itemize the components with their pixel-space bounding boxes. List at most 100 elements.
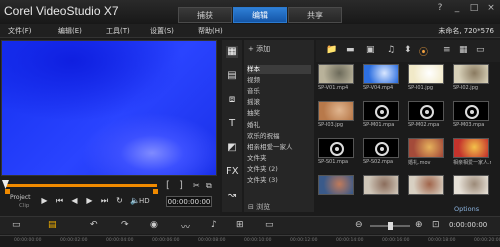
media-item[interactable] <box>318 175 356 206</box>
transition-icon[interactable]: ⧈ <box>226 94 238 106</box>
thumbnail-view-icon[interactable]: ▦ <box>459 45 468 55</box>
import-folder-icon[interactable]: 📁 <box>326 45 337 55</box>
close-icon[interactable]: × <box>486 3 496 13</box>
tab-share[interactable]: 共享 <box>288 7 342 23</box>
folder-item[interactable]: 相亲相爱一家人 <box>247 143 311 152</box>
folder-item[interactable]: 文件夹 (3) <box>247 176 311 185</box>
ruler-tick-label: 00:00:08:00 <box>198 238 226 243</box>
media-thumbnail <box>363 175 399 195</box>
library-sidebar: ▦ ▤ ⧈ T ◩ FX ↝ <box>222 40 242 212</box>
sort-icon[interactable]: ⬍ <box>404 45 412 55</box>
previous-frame-icon[interactable]: ◀ <box>70 196 79 206</box>
instant-project-icon[interactable]: ▤ <box>226 70 238 82</box>
zoom-out-icon[interactable]: ⊖ <box>355 220 363 230</box>
filter-icon[interactable]: FX <box>226 166 239 178</box>
motion-tracking-icon[interactable]: ⊞ <box>236 220 244 230</box>
graphic-icon[interactable]: ◩ <box>226 142 238 154</box>
app-title: Corel VideoStudio X7 <box>4 4 119 18</box>
media-item[interactable]: SP-M01.mpa <box>363 101 401 132</box>
audio-mixer-icon[interactable]: 〰 <box>181 220 190 233</box>
mark-out-marker[interactable] <box>153 189 158 194</box>
media-toolbar: 📁 ▬ ▣ ♫ ⬍ ⦿ ≡ ▦ ▭ <box>316 40 500 62</box>
media-item[interactable]: SP-I01.jpg <box>408 64 446 95</box>
folder-item[interactable]: 婚礼 <box>247 121 311 130</box>
folder-item[interactable]: 文件夹 <box>247 154 311 163</box>
show-audio-icon[interactable]: ♫ <box>387 45 395 55</box>
mode-project[interactable]: Project <box>10 194 31 201</box>
mode-clip[interactable]: Clip <box>19 203 29 209</box>
media-item[interactable]: SP-V01.mp4 <box>318 64 356 95</box>
repeat-icon[interactable]: ↻ <box>115 196 124 206</box>
mark-in-button[interactable]: [ <box>166 180 170 191</box>
media-item[interactable]: 婚礼.mov <box>408 138 446 169</box>
folder-item[interactable]: 样本 <box>247 65 311 74</box>
subtitle-icon[interactable]: ▭ <box>265 220 274 230</box>
hd-toggle[interactable]: HD <box>139 197 150 205</box>
menu-tools[interactable]: 工具(T) <box>106 26 130 36</box>
options-button[interactable]: Options <box>454 205 479 213</box>
timeline-timecode[interactable]: 0:00:00:00 <box>449 221 487 229</box>
media-item[interactable] <box>363 175 401 206</box>
timeline-view-icon[interactable]: ▤ <box>48 220 57 230</box>
add-folder-button[interactable]: + 添加 <box>248 44 270 54</box>
menu-edit[interactable]: 编辑(E) <box>58 26 82 36</box>
record-icon[interactable]: ⦿ <box>419 45 428 58</box>
folder-item[interactable]: 视频 <box>247 76 311 85</box>
path-icon[interactable]: ↝ <box>226 190 238 202</box>
undo-icon[interactable]: ↶ <box>90 220 98 230</box>
redo-icon[interactable]: ↷ <box>121 220 129 230</box>
play-icon[interactable]: ▶ <box>40 196 49 206</box>
media-item[interactable]: SP-I02.jpg <box>453 64 491 95</box>
media-item[interactable]: 相亲相爱一家人.mpg <box>453 138 491 169</box>
preview-timecode[interactable]: 00:00:00:00 <box>166 196 212 207</box>
record-capture-icon[interactable]: ◉ <box>150 220 158 230</box>
zoom-in-icon[interactable]: ⊕ <box>415 220 423 230</box>
media-item[interactable]: SP-S02.mpa <box>363 138 401 169</box>
browse-button[interactable]: ⊟ 浏览 <box>248 202 270 212</box>
ruler-tick-label: 00:00:14:00 <box>336 238 364 243</box>
folder-item[interactable]: 抽奖 <box>247 109 311 118</box>
storyboard-view-icon[interactable]: ▭ <box>12 220 21 230</box>
mark-out-button[interactable]: ] <box>179 180 183 191</box>
help-icon[interactable]: ? <box>435 3 445 13</box>
menu-file[interactable]: 文件(F) <box>8 26 32 36</box>
next-frame-icon[interactable]: ▶ <box>85 196 94 206</box>
auto-music-icon[interactable]: ♪ <box>211 220 217 230</box>
zoom-slider-handle[interactable] <box>388 222 393 230</box>
media-item[interactable]: SP-I03.jpg <box>318 101 356 132</box>
tab-edit[interactable]: 编辑 <box>233 7 287 23</box>
volume-icon[interactable]: 🔈 <box>130 196 140 206</box>
media-item[interactable]: SP-S01.mpa <box>318 138 356 169</box>
media-item[interactable]: SP-M02.mpa <box>408 101 446 132</box>
folder-item[interactable]: 欢乐的祝福 <box>247 132 311 141</box>
media-item[interactable] <box>453 175 491 206</box>
preview-window[interactable] <box>1 40 217 176</box>
folder-item[interactable]: 摇滚 <box>247 98 311 107</box>
timeline-ruler[interactable]: 00:00:00:00 00:00:02:00 00:00:04:00 00:00:0… <box>0 235 500 247</box>
show-video-icon[interactable]: ▬ <box>346 45 355 55</box>
menu-settings[interactable]: 设置(S) <box>150 26 174 36</box>
fit-project-icon[interactable]: ⊡ <box>432 220 440 230</box>
split-clip-icon[interactable]: ✂ <box>193 181 200 190</box>
list-view-icon[interactable]: ≡ <box>443 45 451 55</box>
folder-item[interactable]: 文件夹 (2) <box>247 165 311 174</box>
menu-help[interactable]: 帮助(H) <box>198 26 223 36</box>
size-slider-icon[interactable]: ▭ <box>476 45 485 55</box>
tab-capture[interactable]: 捕获 <box>178 7 232 23</box>
media-caption: SP-I02.jpg <box>453 85 479 91</box>
audio-thumbnail <box>408 101 444 121</box>
enlarge-preview-icon[interactable]: ⧉ <box>206 181 212 191</box>
home-icon[interactable]: ⏮ <box>55 196 64 206</box>
media-icon[interactable]: ▦ <box>226 46 238 58</box>
end-icon[interactable]: ⏭ <box>100 196 109 206</box>
media-item[interactable]: SP-M03.mpa <box>453 101 491 132</box>
media-item[interactable] <box>408 175 446 206</box>
folder-item[interactable]: 音乐 <box>247 87 311 96</box>
show-photo-icon[interactable]: ▣ <box>366 45 375 55</box>
maximize-icon[interactable]: □ <box>469 3 479 13</box>
title-icon[interactable]: T <box>226 118 238 130</box>
minimize-icon[interactable]: _ <box>452 3 462 13</box>
media-caption: 相亲相爱一家人.mpg <box>453 160 491 166</box>
media-item[interactable]: SP-V04.mp4 <box>363 64 401 95</box>
audio-disc-icon <box>375 142 389 156</box>
